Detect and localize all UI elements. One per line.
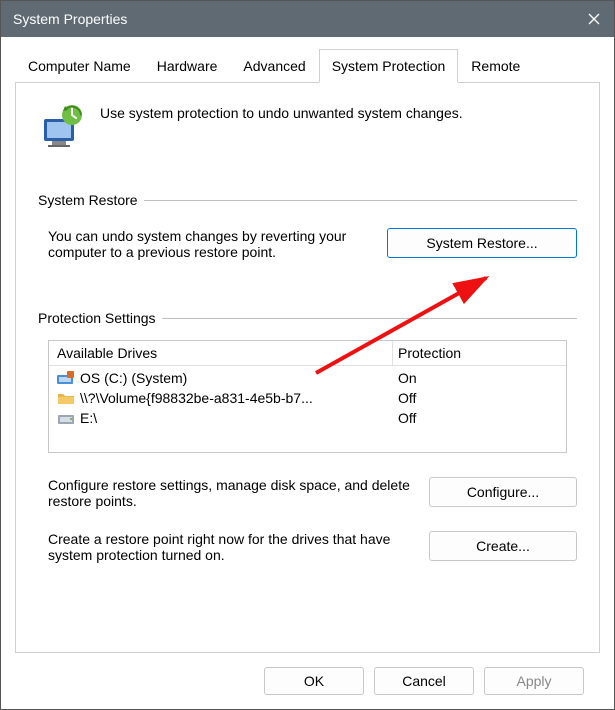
tab-computer-name[interactable]: Computer Name (15, 49, 144, 83)
disk-system-icon (57, 371, 75, 385)
intro-row: Use system protection to undo unwanted s… (38, 101, 577, 152)
intro-text: Use system protection to undo unwanted s… (100, 101, 577, 121)
group-protection-settings: Protection Settings (38, 310, 577, 326)
restore-row: You can undo system changes by reverting… (38, 222, 577, 260)
window-title: System Properties (13, 11, 574, 27)
table-row[interactable]: OS (C:) (System) On (49, 368, 566, 388)
drive-name: \\?\Volume{f98832be-a831-4e5b-b7... (80, 390, 313, 406)
configure-button[interactable]: Configure... (429, 477, 577, 507)
drive-protection: Off (398, 410, 558, 426)
tab-panel: Use system protection to undo unwanted s… (15, 83, 600, 653)
close-icon (588, 13, 600, 25)
close-button[interactable] (574, 1, 614, 37)
group-label: System Restore (38, 192, 138, 208)
titlebar: System Properties (1, 1, 614, 37)
tab-strip: Computer Name Hardware Advanced System P… (15, 49, 600, 83)
group-label: Protection Settings (38, 310, 156, 326)
divider (144, 200, 577, 201)
tab-system-protection[interactable]: System Protection (319, 49, 459, 83)
drives-table: Available Drives Protection OS (C:) (Sys… (48, 340, 567, 453)
content-area: Computer Name Hardware Advanced System P… (1, 37, 614, 709)
drive-protection: Off (398, 390, 558, 406)
folder-icon (57, 391, 75, 405)
create-button[interactable]: Create... (429, 531, 577, 561)
divider (162, 318, 577, 319)
ok-button[interactable]: OK (264, 667, 364, 695)
drives-header: Available Drives Protection (49, 341, 566, 366)
drive-name: E:\ (80, 410, 97, 426)
table-row[interactable]: \\?\Volume{f98832be-a831-4e5b-b7... Off (49, 388, 566, 408)
dialog-buttons: OK Cancel Apply (15, 653, 600, 709)
drives-body: OS (C:) (System) On \\?\Volume{f98832be-… (49, 366, 566, 452)
restore-description: You can undo system changes by reverting… (48, 228, 373, 260)
col-header-protection[interactable]: Protection (398, 345, 558, 361)
drive-name: OS (C:) (System) (80, 370, 187, 386)
col-header-drive[interactable]: Available Drives (57, 345, 398, 361)
disk-icon (57, 411, 75, 425)
system-properties-window: System Properties Computer Name Hardware… (0, 0, 615, 710)
cancel-button[interactable]: Cancel (374, 667, 474, 695)
create-text: Create a restore point right now for the… (48, 531, 415, 563)
shield-restore-icon (38, 101, 86, 152)
system-restore-button[interactable]: System Restore... (387, 228, 577, 258)
apply-button[interactable]: Apply (484, 667, 584, 695)
group-system-restore: System Restore (38, 192, 577, 208)
configure-text: Configure restore settings, manage disk … (48, 477, 415, 509)
table-row[interactable]: E:\ Off (49, 408, 566, 428)
configure-row: Configure restore settings, manage disk … (38, 477, 577, 509)
tab-remote[interactable]: Remote (458, 49, 533, 83)
tab-advanced[interactable]: Advanced (230, 49, 318, 83)
drive-protection: On (398, 370, 558, 386)
tab-hardware[interactable]: Hardware (144, 49, 231, 83)
create-row: Create a restore point right now for the… (38, 531, 577, 563)
